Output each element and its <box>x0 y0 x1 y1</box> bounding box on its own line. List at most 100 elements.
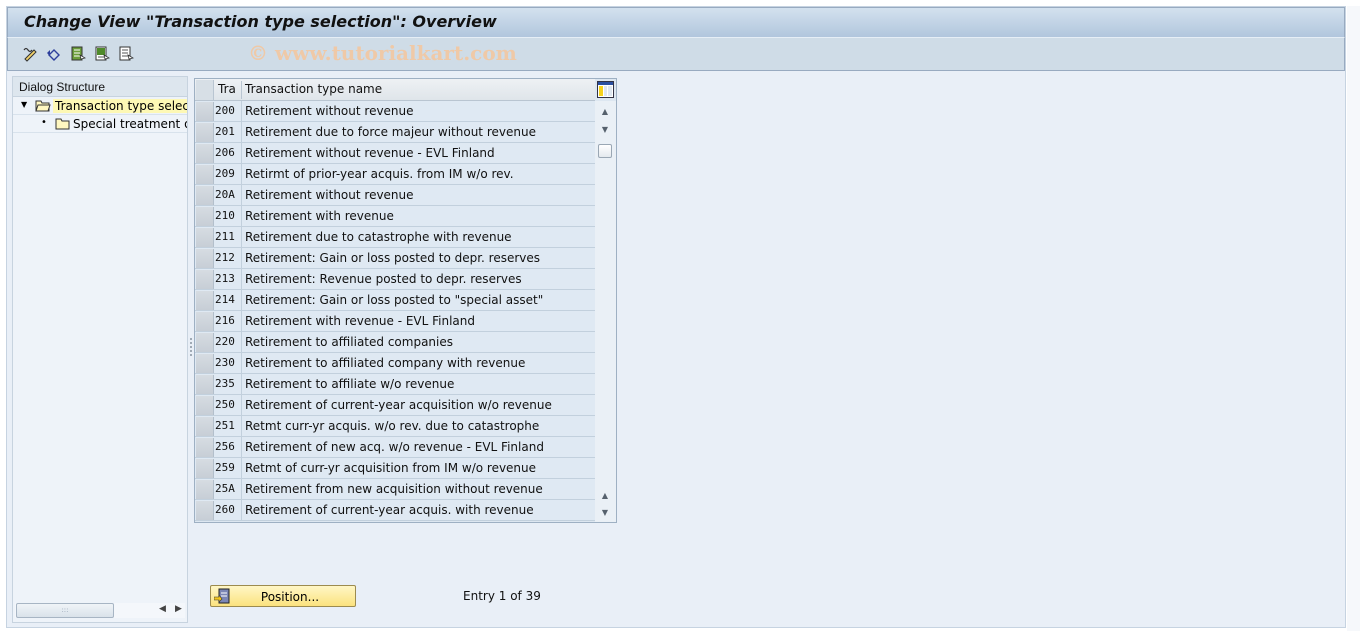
scroll-left-icon[interactable]: ◀ <box>159 604 166 614</box>
transaction-type-code: 20A <box>215 188 235 201</box>
table-row[interactable]: 206 Retirement without revenue - EVL Fin… <box>195 143 595 164</box>
transaction-type-name: Retirement with revenue <box>245 209 394 223</box>
column-header-code[interactable]: Tra <box>218 82 236 96</box>
row-selector[interactable] <box>196 333 214 352</box>
transaction-type-code: 216 <box>215 314 235 327</box>
tree-item-special-treatment[interactable]: • Special treatment of <box>13 115 187 133</box>
table-header: Tra Transaction type name <box>195 79 595 101</box>
table-row[interactable]: 250 Retirement of current-year acquisiti… <box>195 395 595 416</box>
row-selector[interactable] <box>196 144 214 163</box>
transaction-type-code: 235 <box>215 377 235 390</box>
scroll-right-icon[interactable]: ▶ <box>175 604 182 614</box>
sap-window: Change View "Transaction type selection"… <box>6 6 1346 628</box>
row-selector[interactable] <box>196 312 214 331</box>
row-selector[interactable] <box>196 207 214 226</box>
column-header-name[interactable]: Transaction type name <box>245 82 382 96</box>
row-selector[interactable] <box>196 228 214 247</box>
transaction-type-name: Retirement of current-year acquisition w… <box>245 398 552 412</box>
transaction-type-code: 206 <box>215 146 235 159</box>
table-row[interactable]: 212 Retirement: Gain or loss posted to d… <box>195 248 595 269</box>
table-row[interactable]: 213 Retirement: Revenue posted to depr. … <box>195 269 595 290</box>
table-row[interactable]: 209 Retirmt of prior-year acquis. from I… <box>195 164 595 185</box>
table-row[interactable]: 216 Retirement with revenue - EVL Finlan… <box>195 311 595 332</box>
position-button[interactable]: Position... <box>210 585 356 607</box>
panel-splitter[interactable] <box>189 76 193 623</box>
transaction-type-code: 259 <box>215 461 235 474</box>
select-all-icon[interactable] <box>69 45 86 62</box>
transaction-type-code: 200 <box>215 104 235 117</box>
row-selector[interactable] <box>196 102 214 121</box>
row-selector[interactable] <box>196 480 214 499</box>
table-row[interactable]: 259 Retmt of curr-yr acquisition from IM… <box>195 458 595 479</box>
table-row[interactable]: 214 Retirement: Gain or loss posted to "… <box>195 290 595 311</box>
position-button-label: Position... <box>260 590 320 604</box>
column-configuration-icon[interactable] <box>597 81 614 98</box>
transaction-type-name: Retirmt of prior-year acquis. from IM w/… <box>245 167 514 181</box>
row-selector[interactable] <box>196 375 214 394</box>
row-selector[interactable] <box>196 459 214 478</box>
transaction-type-code: 201 <box>215 125 235 138</box>
transaction-type-code: 260 <box>215 503 235 516</box>
table-row[interactable]: 210 Retirement with revenue <box>195 206 595 227</box>
page-down-icon[interactable]: ▼ <box>597 504 613 520</box>
select-all-rows-button[interactable] <box>196 80 214 100</box>
row-selector[interactable] <box>196 165 214 184</box>
table-row[interactable]: 235 Retirement to affiliate w/o revenue <box>195 374 595 395</box>
table-row[interactable]: 220 Retirement to affiliated companies <box>195 332 595 353</box>
table-row[interactable]: 230 Retirement to affiliated company wit… <box>195 353 595 374</box>
transaction-type-name: Retirement without revenue <box>245 104 414 118</box>
entry-counter: Entry 1 of 39 <box>463 589 541 603</box>
expand-triangle-icon[interactable]: ▼ <box>21 100 27 109</box>
display-change-icon[interactable] <box>22 45 39 62</box>
transaction-type-name: Retirement with revenue - EVL Finland <box>245 314 476 328</box>
horizontal-scrollbar[interactable]: ::: ◀ ▶ <box>15 603 185 618</box>
dialog-structure-header: Dialog Structure <box>13 77 187 97</box>
open-folder-icon <box>35 99 51 114</box>
scroll-up-icon[interactable]: ▲ <box>597 103 613 119</box>
transaction-type-name: Retirement: Revenue posted to depr. rese… <box>245 272 522 286</box>
transaction-type-code: 251 <box>215 419 235 432</box>
row-selector[interactable] <box>196 438 214 457</box>
table-row[interactable]: 201 Retirement due to force majeur witho… <box>195 122 595 143</box>
row-selector[interactable] <box>196 270 214 289</box>
transaction-type-code: 25A <box>215 482 235 495</box>
table-row[interactable]: 200 Retirement without revenue <box>195 101 595 122</box>
row-selector[interactable] <box>196 249 214 268</box>
transaction-type-name: Retirement: Gain or loss posted to depr.… <box>245 251 541 265</box>
transaction-type-name: Retirement to affiliated companies <box>245 335 454 349</box>
tree-item-transaction-type-selection[interactable]: ▼ Transaction type selection <box>13 97 187 115</box>
row-selector[interactable] <box>196 354 214 373</box>
transaction-type-name: Retirement of new acq. w/o revenue - EVL… <box>245 440 544 454</box>
table-row[interactable]: 25A Retirement from new acquisition with… <box>195 479 595 500</box>
scroll-down-icon[interactable]: ▼ <box>597 121 613 137</box>
row-selector[interactable] <box>196 291 214 310</box>
folder-icon <box>55 117 71 132</box>
transaction-type-name: Retirement due to force majeur without r… <box>245 125 536 139</box>
table-row[interactable]: 20A Retirement without revenue <box>195 185 595 206</box>
transaction-type-code: 212 <box>215 251 235 264</box>
transaction-type-name: Retirement of current-year acquis. with … <box>245 503 534 517</box>
transaction-type-name: Retirement: Gain or loss posted to "spec… <box>245 293 544 307</box>
scroll-thumb[interactable] <box>598 144 612 158</box>
table-row[interactable]: 256 Retirement of new acq. w/o revenue -… <box>195 437 595 458</box>
deselect-all-icon[interactable] <box>117 45 134 62</box>
undo-icon[interactable] <box>45 45 62 62</box>
transaction-type-code: 250 <box>215 398 235 411</box>
row-selector[interactable] <box>196 501 214 520</box>
table-row[interactable]: 260 Retirement of current-year acquis. w… <box>195 500 595 521</box>
table-row[interactable]: 211 Retirement due to catastrophe with r… <box>195 227 595 248</box>
row-selector[interactable] <box>196 186 214 205</box>
transaction-type-name: Retirement from new acquisition without … <box>245 482 543 496</box>
row-selector[interactable] <box>196 417 214 436</box>
page-up-icon[interactable]: ▲ <box>597 487 613 503</box>
table-row[interactable]: 251 Retmt curr-yr acquis. w/o rev. due t… <box>195 416 595 437</box>
select-block-icon[interactable] <box>93 45 110 62</box>
row-selector[interactable] <box>196 396 214 415</box>
transaction-type-code: 211 <box>215 230 235 243</box>
transaction-type-code: 256 <box>215 440 235 453</box>
scroll-thumb[interactable]: ::: <box>16 603 114 618</box>
vertical-scrollbar[interactable]: ▲ ▼ ▲ ▼ <box>595 101 616 522</box>
row-selector[interactable] <box>196 123 214 142</box>
transaction-type-name: Retirement to affiliate w/o revenue <box>245 377 455 391</box>
watermark: © www.tutorialkart.com <box>248 41 517 65</box>
